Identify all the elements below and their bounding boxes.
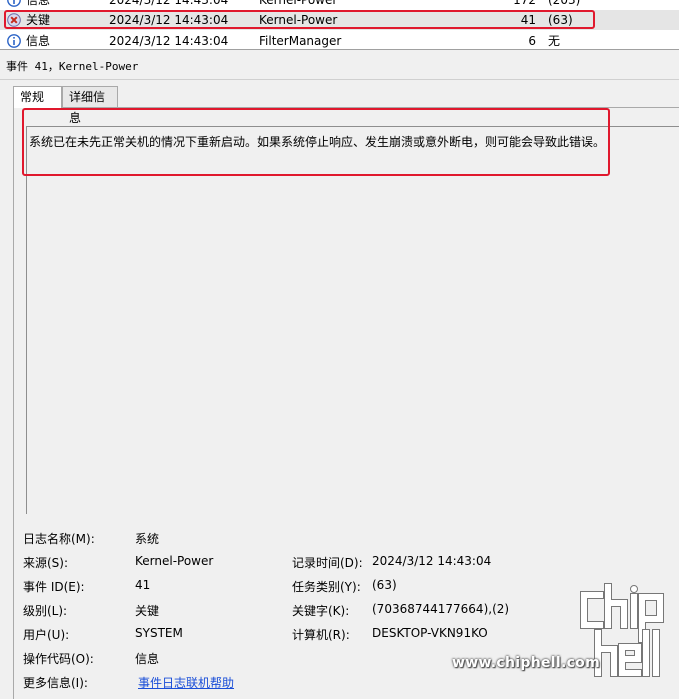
event-row[interactable]: 信息 2024/3/12 14:43:04 Kernel-Power 172 (… xyxy=(0,0,679,10)
source-label: 来源(S): xyxy=(23,556,69,570)
event-datetime: 2024/3/12 14:43:04 xyxy=(109,13,229,27)
watermark-url: www.chiphell.com xyxy=(452,655,600,671)
event-datetime: 2024/3/12 14:43:04 xyxy=(109,34,229,48)
task-category-label: 任务类别(Y): xyxy=(292,580,361,594)
event-row[interactable]: 信息 2024/3/12 14:43:04 FilterManager 6 无 xyxy=(0,31,679,50)
event-id: 6 xyxy=(528,34,536,48)
event-task: (203) xyxy=(548,0,581,7)
source-value: Kernel-Power xyxy=(135,554,214,568)
event-source: Kernel-Power xyxy=(259,0,338,7)
event-level: 信息 xyxy=(26,0,51,7)
opcode-value: 信息 xyxy=(135,652,160,666)
event-id-label: 事件 ID(E): xyxy=(23,580,85,594)
logged-label: 记录时间(D): xyxy=(292,556,363,570)
event-id: 41 xyxy=(520,13,536,27)
log-name-value: 系统 xyxy=(135,532,160,546)
tab-general[interactable]: 常规 xyxy=(13,86,62,108)
event-row-selected[interactable]: 关键 2024/3/12 14:43:04 Kernel-Power 41 (6… xyxy=(0,10,679,30)
more-info-label: 更多信息(I): xyxy=(23,676,88,690)
info-icon xyxy=(7,0,21,7)
opcode-label: 操作代码(O): xyxy=(23,652,94,666)
list-divider xyxy=(0,49,679,50)
event-level: 信息 xyxy=(26,34,51,48)
details-title: 事件 41，Kernel-Power xyxy=(6,60,139,73)
logged-value: 2024/3/12 14:43:04 xyxy=(372,554,492,568)
computer-label: 计算机(R): xyxy=(292,628,350,642)
event-task: 无 xyxy=(548,34,561,48)
details-divider xyxy=(0,79,679,80)
task-category-value: (63) xyxy=(372,578,397,592)
event-id-value: 41 xyxy=(135,578,151,592)
level-value: 关键 xyxy=(135,604,160,618)
user-value: SYSTEM xyxy=(135,626,183,640)
event-level: 关键 xyxy=(26,13,51,27)
user-label: 用户(U): xyxy=(23,628,70,642)
event-source: Kernel-Power xyxy=(259,13,338,27)
log-name-label: 日志名称(M): xyxy=(23,532,95,546)
info-icon xyxy=(7,34,21,48)
keywords-value: (70368744177664),(2) xyxy=(372,602,510,616)
description-text: 系统已在未先正常关机的情况下重新启动。如果系统停止响应、发生崩溃或意外断电，则可… xyxy=(29,135,606,149)
computer-value: DESKTOP-VKN91KO xyxy=(372,626,488,640)
online-help-link[interactable]: 事件日志联机帮助 xyxy=(138,674,234,691)
event-source: FilterManager xyxy=(259,34,342,48)
level-label: 级别(L): xyxy=(23,604,68,618)
critical-icon xyxy=(7,13,21,27)
tab-details[interactable]: 详细信息 xyxy=(62,86,118,125)
keywords-label: 关键字(K): xyxy=(292,604,350,618)
event-id: 172 xyxy=(513,0,536,7)
event-datetime: 2024/3/12 14:43:04 xyxy=(109,0,229,7)
event-task: (63) xyxy=(548,13,573,27)
event-list: 信息 2024/3/12 14:43:04 Kernel-Power 172 (… xyxy=(0,0,679,50)
description-box[interactable] xyxy=(26,126,679,514)
